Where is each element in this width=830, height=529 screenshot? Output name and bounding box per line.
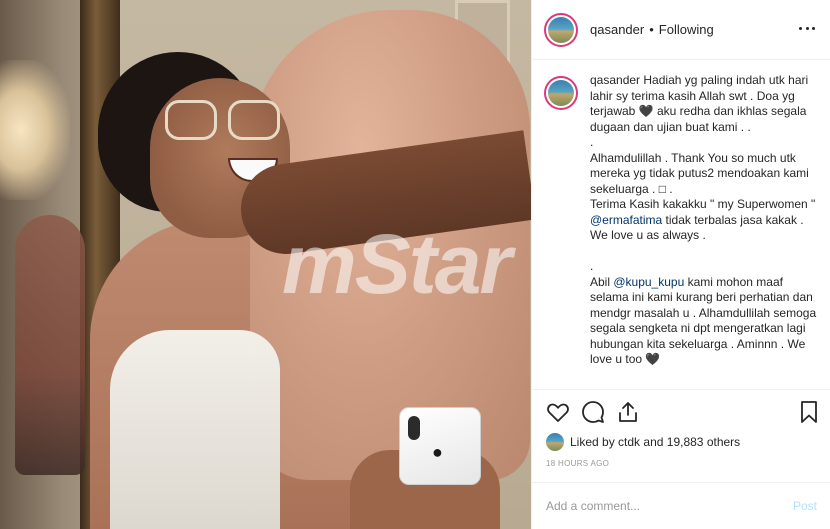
first-liker[interactable]: ctdk — [618, 435, 640, 449]
following-status[interactable]: Following — [659, 22, 714, 37]
comment-input[interactable]: Add a comment... — [546, 499, 793, 513]
comment-icon[interactable] — [581, 400, 605, 424]
caption-username[interactable]: qasander — [590, 73, 640, 87]
post-header: qasander • Following — [532, 0, 830, 60]
separator-dot: • — [649, 22, 654, 37]
caption-body: qasander Hadiah yg paling indah utk hari… — [590, 73, 817, 389]
liker-avatar[interactable] — [546, 433, 564, 451]
watermark: mStar — [282, 217, 512, 311]
apple-logo-icon: ● — [432, 442, 443, 462]
caption-avatar[interactable] — [544, 76, 578, 110]
likes-summary: Liked by ctdk and 19,883 others — [546, 432, 740, 452]
phone-camera — [408, 416, 420, 440]
caption-text: Hadiah yg paling indah utk hari lahir sy… — [590, 73, 816, 211]
share-icon[interactable] — [616, 400, 640, 424]
post-side-panel: qasander • Following qasander Hadiah yg … — [531, 0, 830, 529]
heart-icon[interactable] — [546, 400, 570, 424]
mention-link[interactable]: @kupu_kupu — [613, 275, 684, 289]
glasses — [165, 100, 280, 142]
others-count[interactable]: 19,883 others — [667, 435, 740, 449]
header-username[interactable]: qasander — [590, 22, 644, 37]
smartphone: ● — [399, 407, 481, 485]
background-person — [15, 215, 85, 475]
caption: qasander Hadiah yg paling indah utk hari… — [532, 61, 830, 389]
likes-and: and — [643, 435, 664, 449]
action-bar — [546, 400, 821, 426]
white-shirt — [110, 330, 280, 529]
post-timestamp[interactable]: 18 HOURS AGO — [546, 459, 609, 468]
comment-box: Add a comment... Post — [532, 482, 830, 529]
post-photo[interactable]: ● mStar — [0, 0, 531, 529]
bookmark-icon[interactable] — [797, 400, 821, 424]
mention-link[interactable]: @ermafatima — [590, 213, 662, 227]
avatar[interactable] — [544, 12, 578, 47]
divider — [532, 389, 830, 390]
likes-prefix: Liked by — [570, 435, 615, 449]
background-light — [0, 60, 70, 200]
more-options-icon[interactable] — [799, 20, 815, 36]
post-button[interactable]: Post — [793, 499, 817, 513]
